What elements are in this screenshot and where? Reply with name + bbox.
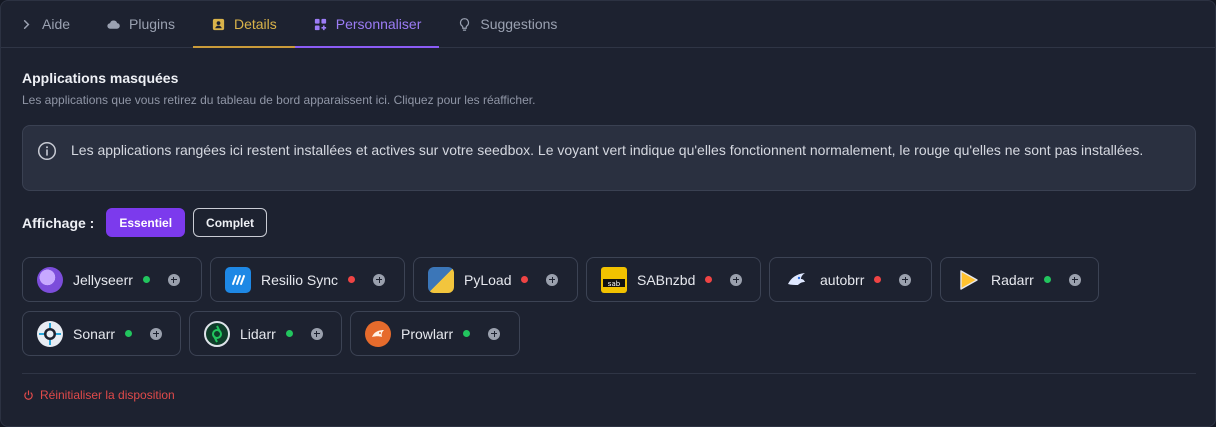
tab-label: Plugins [129,16,175,32]
add-circle-icon[interactable] [310,327,323,340]
hidden-apps-list: Jellyseerr Resilio Sync PyLoad sab SABnz… [22,257,1202,365]
app-name: Radarr [991,271,1034,288]
app-name: PyLoad [464,271,512,288]
status-dot-green [285,330,293,337]
tab-personnaliser[interactable]: Personnaliser [294,1,440,48]
tab-aide[interactable]: Aide [1,1,88,47]
pyload-logo-icon [428,266,454,293]
complet-button[interactable]: Complet [193,208,268,237]
app-name: Jellyseerr [73,271,133,288]
tab-label: Aide [42,16,71,32]
add-circle-icon[interactable] [150,327,163,340]
customize-panel: Aide Plugins Details Personnaliser Sugge… [0,0,1216,427]
app-sabnzbd[interactable]: sab SABnzbd [586,257,761,302]
app-jellyseerr[interactable]: Jellyseerr [22,257,202,302]
power-icon [24,389,33,400]
info-text: Les applications rangées ici restent ins… [71,142,1144,158]
status-dot-green [125,330,133,337]
tab-suggestions[interactable]: Suggestions [439,1,575,47]
sonarr-logo-icon [37,320,63,347]
status-dot-green [1043,276,1051,283]
add-circle-icon[interactable] [546,273,559,286]
app-prowlarr[interactable]: Prowlarr [350,311,520,356]
app-name: Resilio Sync [261,271,339,288]
reset-layout-button[interactable]: Réinitialiser la disposition [23,388,175,402]
prowlarr-logo-icon [365,320,391,347]
essentiel-button[interactable]: Essentiel [106,208,186,237]
radarr-logo-icon [955,267,981,293]
resilio-logo-icon [225,266,251,293]
app-pyload[interactable]: PyLoad [413,257,578,302]
lightbulb-icon [460,17,470,31]
chevron-right-icon [23,19,30,29]
status-dot-red [705,276,713,283]
grid-plus-icon [314,18,326,30]
add-circle-icon[interactable] [373,273,386,286]
app-autobrr[interactable]: autobrr [769,257,932,302]
tab-label: Details [233,16,277,32]
app-name: SABnzbd [637,271,696,288]
section-title: Applications masquées [22,70,179,86]
status-dot-green [463,330,471,337]
app-name: Prowlarr [401,325,454,342]
info-box: Les applications rangées ici restent ins… [22,125,1196,191]
contact-card-icon [212,18,225,30]
svg-text:sab: sab [608,280,621,287]
add-circle-icon[interactable] [167,273,180,286]
tab-label: Personnaliser [335,16,422,32]
app-name: autobrr [820,271,865,288]
app-lidarr[interactable]: Lidarr [189,311,342,356]
add-circle-icon[interactable] [1068,273,1081,286]
status-dot-green [142,276,150,283]
lidarr-logo-icon [204,320,230,347]
app-name: Lidarr [240,325,276,342]
add-circle-icon[interactable] [899,273,912,286]
sabnzbd-logo-icon: sab [601,266,627,293]
app-sonarr[interactable]: Sonarr [22,311,181,356]
divider [22,373,1196,374]
display-label: Affichage : [22,214,95,231]
reset-label: Réinitialiser la disposition [40,388,175,402]
app-radarr[interactable]: Radarr [940,257,1099,302]
add-circle-icon[interactable] [730,273,743,286]
tab-bar: Aide Plugins Details Personnaliser Sugge… [1,1,1215,48]
display-mode-row: Affichage : Essentiel Complet [22,208,268,237]
tab-details[interactable]: Details [192,1,295,48]
cloud-icon [107,20,120,29]
app-name: Sonarr [73,325,116,342]
app-resilio-sync[interactable]: Resilio Sync [210,257,405,302]
jellyseerr-logo-icon [37,266,63,293]
tab-label: Suggestions [480,16,558,32]
section-subtitle: Les applications que vous retirez du tab… [22,93,536,107]
status-dot-red [348,276,356,283]
add-circle-icon[interactable] [488,327,501,340]
autobrr-logo-icon [784,267,810,293]
tab-plugins[interactable]: Plugins [88,1,193,47]
info-icon [37,141,57,161]
status-dot-red [874,276,882,283]
status-dot-red [521,276,529,283]
